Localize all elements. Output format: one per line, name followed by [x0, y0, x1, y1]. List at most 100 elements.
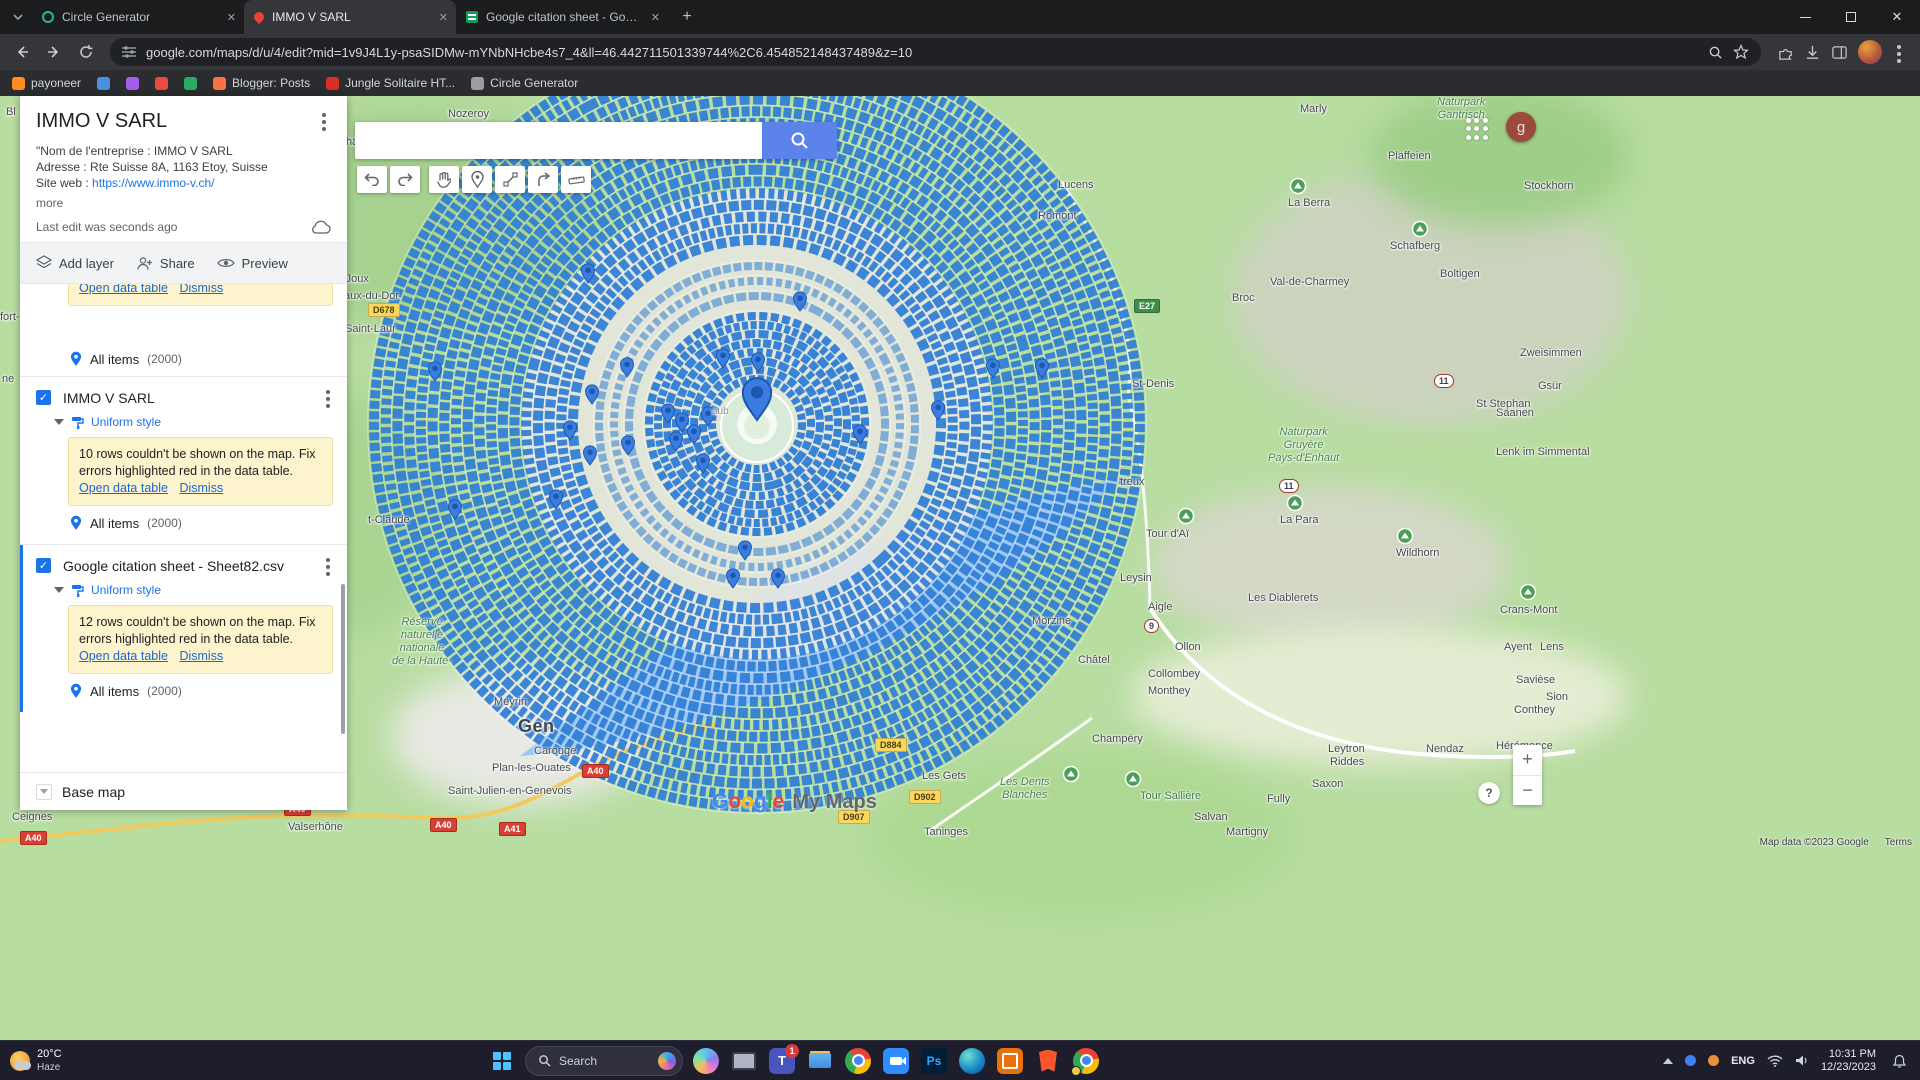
zoom-in-button[interactable]: +: [1513, 745, 1542, 776]
notification-bell-icon[interactable]: [1888, 1050, 1910, 1072]
bookmark-item[interactable]: payoneer: [12, 76, 81, 90]
bookmark-item[interactable]: Blogger: Posts: [213, 76, 310, 90]
panel-scrollbar[interactable]: [341, 584, 345, 734]
taskbar-weather-widget[interactable]: 20°C Haze: [0, 1048, 230, 1074]
back-icon[interactable]: [8, 38, 36, 66]
reload-icon[interactable]: [72, 38, 100, 66]
pan-hand-icon[interactable]: [429, 166, 459, 193]
all-items-row[interactable]: All items (2000): [70, 342, 347, 376]
taskbar-app-teams[interactable]: T1: [763, 1042, 801, 1080]
browser-menu-icon[interactable]: [1892, 42, 1906, 63]
measure-icon[interactable]: [561, 166, 591, 193]
close-button[interactable]: ✕: [1874, 0, 1920, 34]
uniform-style-row[interactable]: Uniform style: [54, 583, 347, 597]
tab-google-citation-sheet[interactable]: Google citation sheet - Google ✕: [456, 0, 668, 34]
download-icon[interactable]: [1804, 44, 1821, 61]
taskbar-clock[interactable]: 10:31 PM 12/23/2023: [1821, 1048, 1876, 1074]
taskbar-app-chrome[interactable]: [839, 1042, 877, 1080]
uniform-style-row[interactable]: Uniform style: [54, 415, 347, 429]
browser-window: Circle Generator ✕ IMMO V SARL ✕ Google …: [0, 0, 1920, 1080]
draw-line-icon[interactable]: [495, 166, 525, 193]
maximize-button[interactable]: [1828, 0, 1874, 34]
bookmark-item[interactable]: [97, 77, 110, 90]
new-tab-button[interactable]: +: [674, 4, 700, 30]
taskbar-app-photoshop[interactable]: Ps: [915, 1042, 953, 1080]
map-search-input[interactable]: [355, 122, 762, 159]
taskbar-app-file-explorer[interactable]: [801, 1042, 839, 1080]
tray-app-icon[interactable]: [1685, 1055, 1696, 1066]
language-indicator[interactable]: ENG: [1731, 1055, 1755, 1067]
redo-icon[interactable]: [390, 166, 420, 193]
bookmark-star-icon[interactable]: [1733, 44, 1749, 60]
bookmark-item[interactable]: [155, 77, 168, 90]
website-link[interactable]: https://www.immo-v.ch/: [92, 176, 214, 190]
taskbar-app-orange-app[interactable]: [991, 1042, 1029, 1080]
taskbar-search[interactable]: Search: [525, 1046, 683, 1076]
all-items-row[interactable]: All items (2000): [70, 506, 347, 540]
help-button[interactable]: ?: [1478, 782, 1500, 804]
base-map-row[interactable]: Base map: [20, 772, 347, 810]
url-bar[interactable]: google.com/maps/d/u/4/edit?mid=1v9J4L1y-…: [110, 38, 1761, 66]
map-search-button[interactable]: [762, 122, 837, 159]
dismiss-link[interactable]: Dismiss: [179, 649, 223, 663]
taskbar-app-brave[interactable]: [1029, 1042, 1067, 1080]
network-icon[interactable]: [1767, 1054, 1783, 1067]
tab-circle-generator[interactable]: Circle Generator ✕: [32, 0, 244, 34]
tray-app-icon[interactable]: [1708, 1055, 1719, 1066]
account-avatar[interactable]: g: [1506, 112, 1536, 142]
tab-close-icon[interactable]: ✕: [439, 11, 448, 24]
tab-close-icon[interactable]: ✕: [651, 11, 660, 24]
layer-menu-icon[interactable]: [321, 555, 335, 576]
layer-name[interactable]: Google citation sheet - Sheet82.csv: [63, 558, 321, 574]
browser-profile-avatar[interactable]: [1858, 40, 1882, 64]
map-marker-pin[interactable]: [986, 359, 999, 378]
more-link[interactable]: more: [36, 196, 331, 210]
site-settings-icon[interactable]: [122, 46, 136, 58]
side-panel-icon[interactable]: [1831, 44, 1848, 61]
taskbar-app-copilot[interactable]: [687, 1042, 725, 1080]
tab-close-icon[interactable]: ✕: [227, 11, 236, 24]
google-apps-grid-icon[interactable]: [1464, 116, 1490, 142]
layer-menu-icon[interactable]: [321, 387, 335, 408]
layer-checkbox[interactable]: ✓: [36, 558, 51, 573]
tab-immo-v-sarl[interactable]: IMMO V SARL ✕: [244, 0, 456, 34]
volume-icon[interactable]: [1795, 1054, 1809, 1067]
bookmark-item[interactable]: [126, 77, 139, 90]
browser-action-icons: [1771, 40, 1912, 64]
add-layer-button[interactable]: Add layer: [36, 255, 114, 271]
minimize-button[interactable]: [1782, 0, 1828, 34]
all-items-row[interactable]: All items (2000): [70, 674, 347, 708]
open-data-table-link[interactable]: Open data table: [79, 284, 168, 295]
forward-icon[interactable]: [40, 38, 68, 66]
base-map-dropdown-icon[interactable]: [36, 784, 52, 800]
preview-button[interactable]: Preview: [217, 256, 288, 271]
map-description: "Nom de l'entreprise : IMMO V SARL Adres…: [36, 143, 331, 191]
undo-icon[interactable]: [357, 166, 387, 193]
map-marker-pin[interactable]: [428, 362, 441, 381]
open-data-table-link[interactable]: Open data table: [79, 649, 168, 663]
zoom-out-button[interactable]: −: [1513, 776, 1542, 806]
taskbar-app-edge-sphere[interactable]: [953, 1042, 991, 1080]
start-button[interactable]: [483, 1042, 521, 1080]
bookmark-item[interactable]: Jungle Solitaire HT...: [326, 76, 455, 90]
add-marker-icon[interactable]: [462, 166, 492, 193]
hidden-icons-chevron[interactable]: [1663, 1058, 1673, 1064]
dismiss-link[interactable]: Dismiss: [179, 284, 223, 295]
map-title[interactable]: IMMO V SARL: [36, 110, 317, 133]
extensions-icon[interactable]: [1777, 44, 1794, 61]
bookmark-item[interactable]: Circle Generator: [471, 76, 578, 90]
bookmark-item[interactable]: [184, 77, 197, 90]
tab-search-icon[interactable]: [4, 3, 32, 31]
layer-checkbox[interactable]: ✓: [36, 390, 51, 405]
share-button[interactable]: Share: [136, 256, 195, 271]
open-data-table-link[interactable]: Open data table: [79, 481, 168, 495]
zoom-icon[interactable]: [1708, 45, 1723, 60]
terms-link[interactable]: Terms: [1885, 837, 1912, 848]
map-menu-icon[interactable]: [317, 110, 331, 131]
taskbar-app-chrome-profile[interactable]: [1067, 1042, 1105, 1080]
directions-icon[interactable]: [528, 166, 558, 193]
dismiss-link[interactable]: Dismiss: [179, 481, 223, 495]
taskbar-app-zoom[interactable]: [877, 1042, 915, 1080]
layer-name[interactable]: IMMO V SARL: [63, 390, 321, 406]
taskbar-app-virtual-desktop[interactable]: [725, 1042, 763, 1080]
